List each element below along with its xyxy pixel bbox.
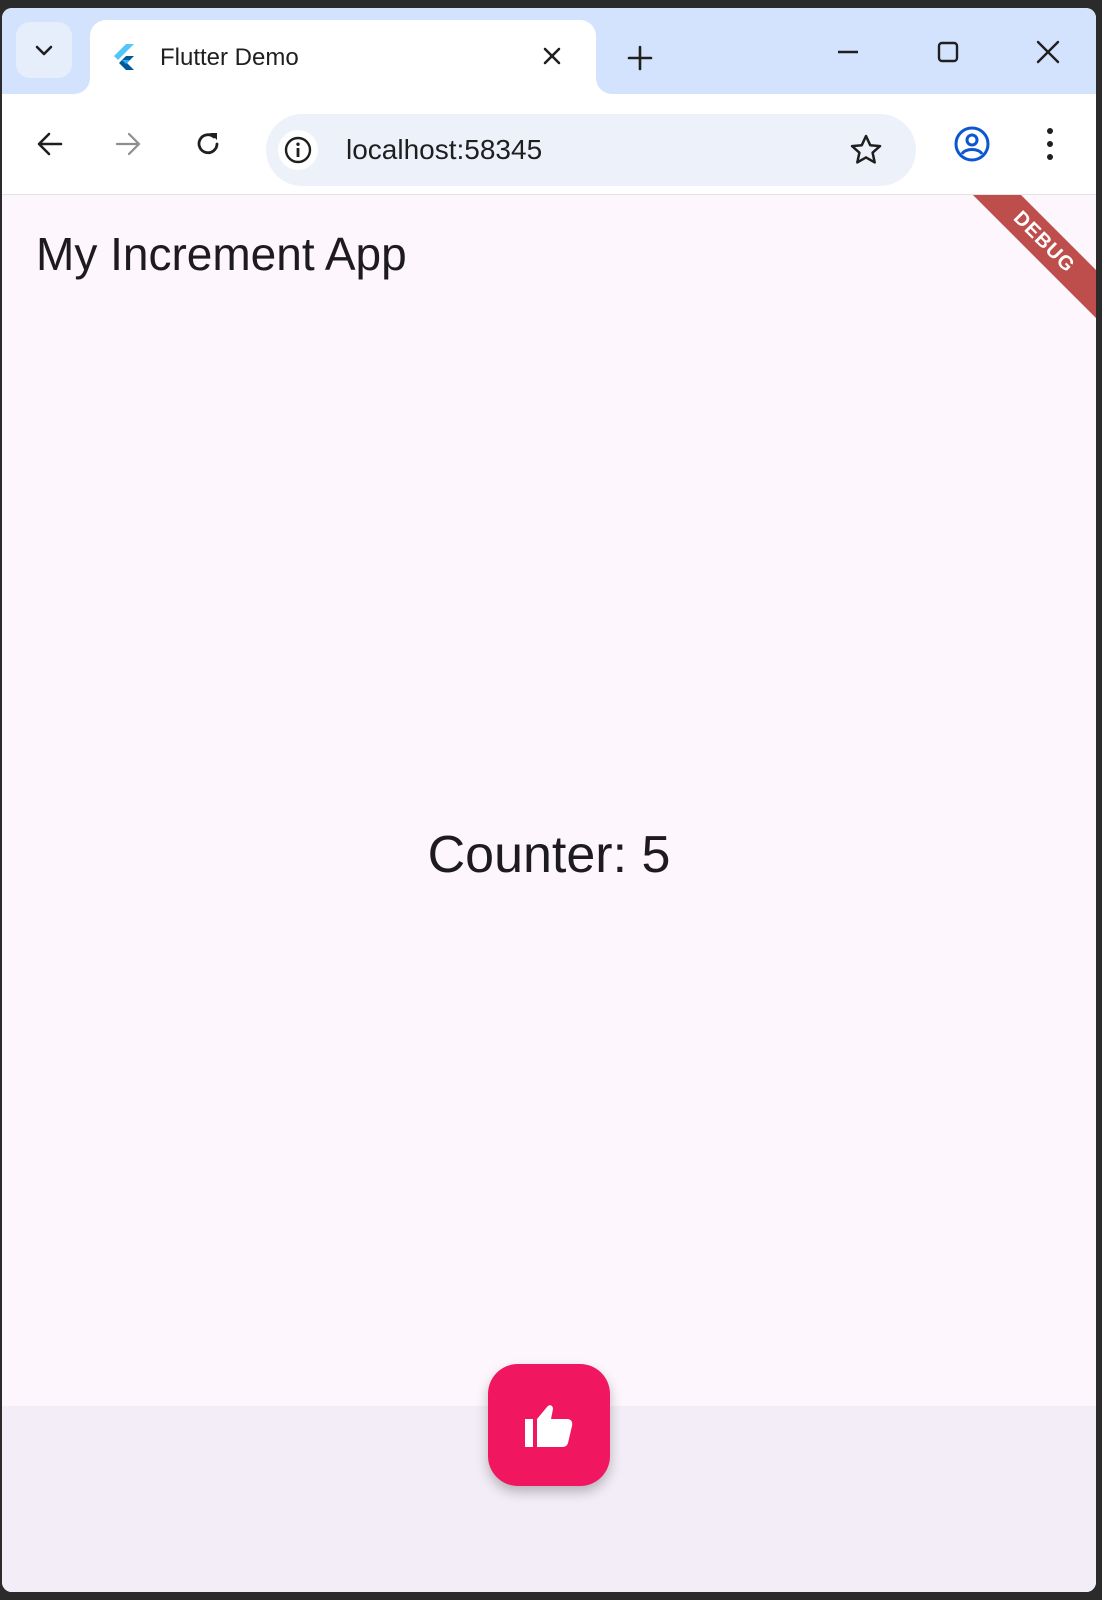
address-bar[interactable]: localhost:58345 — [266, 114, 916, 186]
tab-search-button[interactable] — [16, 22, 72, 78]
forward-button[interactable] — [108, 124, 148, 164]
thumb-up-icon — [525, 1405, 573, 1447]
app-bar-title: My Increment App — [36, 228, 407, 280]
browser-menu-button[interactable] — [1032, 124, 1068, 164]
counter-label: Counter: 5 — [427, 826, 671, 884]
window-close-button[interactable] — [1028, 32, 1068, 72]
reload-icon — [197, 133, 219, 155]
maximize-icon — [937, 41, 959, 63]
close-icon — [543, 47, 561, 65]
chevron-down-icon — [35, 45, 53, 56]
tab-strip: Flutter Demo — [2, 8, 1096, 94]
minimize-icon — [838, 50, 858, 54]
maximize-button[interactable] — [928, 32, 968, 72]
more-vert-icon — [1047, 128, 1053, 160]
tab-close-button[interactable] — [536, 40, 568, 72]
browser-window: Flutter Demo localhost:58345 My Incremen… — [2, 8, 1096, 1592]
site-info-button[interactable] — [278, 130, 318, 170]
new-tab-button[interactable] — [620, 38, 660, 78]
plus-icon — [627, 45, 653, 71]
minimize-button[interactable] — [828, 32, 868, 72]
flutter-logo-icon — [114, 44, 134, 70]
tab-flutter-demo[interactable]: Flutter Demo — [90, 20, 596, 94]
arrow-right-icon — [115, 132, 141, 156]
profile-button[interactable] — [952, 124, 992, 164]
star-icon — [850, 134, 882, 164]
close-icon — [1036, 40, 1060, 64]
info-icon — [284, 136, 312, 164]
arrow-left-icon — [37, 132, 63, 156]
increment-fab-button[interactable] — [488, 1364, 610, 1486]
reload-button[interactable] — [188, 124, 228, 164]
url-text[interactable]: localhost:58345 — [346, 134, 542, 166]
bookmark-button[interactable] — [846, 130, 886, 170]
tab-title: Flutter Demo — [160, 44, 299, 71]
debug-banner: DEBUG — [954, 195, 1096, 332]
browser-toolbar: localhost:58345 — [2, 94, 1096, 195]
back-button[interactable] — [30, 124, 70, 164]
flutter-app-page: My Increment App DEBUG Counter: 5 — [2, 195, 1096, 1592]
profile-icon — [954, 126, 990, 162]
